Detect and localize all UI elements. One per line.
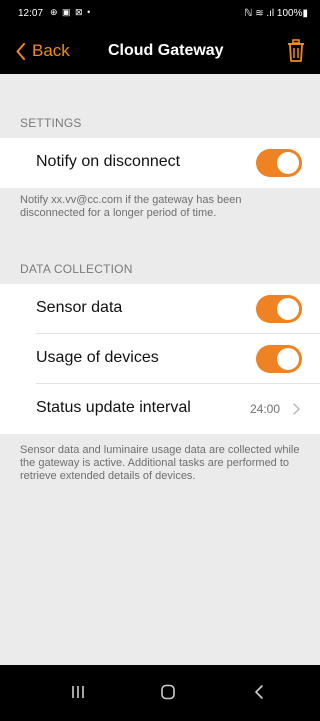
usage-devices-toggle[interactable] (256, 345, 302, 373)
settings-group: Notify on disconnect (0, 138, 320, 188)
page-title: Cloud Gateway (108, 42, 224, 59)
system-back-icon[interactable] (253, 684, 265, 700)
toggle-knob (277, 298, 299, 320)
sensor-data-toggle[interactable] (256, 295, 302, 323)
trash-icon (288, 39, 304, 62)
status-interval-label: Status update interval (36, 399, 191, 416)
back-label: Back (32, 41, 70, 60)
usage-devices-row: Usage of devices (0, 334, 320, 384)
status-interval-row[interactable]: Status update interval 24:00 (0, 384, 320, 434)
notify-description: Notify xx.vv@cc.com if the gateway has b… (20, 194, 242, 219)
toggle-knob (277, 348, 299, 370)
usage-devices-label: Usage of devices (36, 349, 159, 366)
notify-label: Notify on disconnect (36, 153, 181, 170)
settings-section-header: SETTINGS (20, 116, 82, 130)
home-icon[interactable] (160, 684, 176, 700)
back-button[interactable]: Back (16, 39, 70, 63)
recent-apps-icon[interactable] (70, 684, 86, 700)
notification-icons: ⊕ ▣ ⊠ • (50, 7, 92, 17)
notify-toggle[interactable] (256, 149, 302, 177)
data-collection-group: Sensor data Usage of devices Status upda… (0, 284, 320, 434)
status-bar: 12:07 ⊕ ▣ ⊠ • ℕ ≋ .ıl 100%▮ (0, 0, 320, 28)
toggle-knob (277, 152, 299, 174)
data-collection-description: Sensor data and luminaire usage data are… (20, 444, 300, 482)
notify-row: Notify on disconnect (0, 138, 320, 188)
navigation-bar: Back Cloud Gateway (0, 28, 320, 74)
sensor-data-label: Sensor data (36, 299, 123, 316)
status-time: 12:07 (18, 8, 44, 19)
battery-indicator: ℕ ≋ .ıl 100%▮ (244, 8, 308, 19)
system-navigation-bar (0, 665, 320, 721)
delete-button[interactable] (286, 39, 306, 63)
sensor-data-row: Sensor data (0, 284, 320, 334)
chevron-left-icon (16, 42, 25, 60)
chevron-right-icon (293, 403, 300, 415)
status-interval-value: 24:00 (249, 402, 280, 416)
data-collection-section-header: DATA COLLECTION (20, 262, 133, 276)
